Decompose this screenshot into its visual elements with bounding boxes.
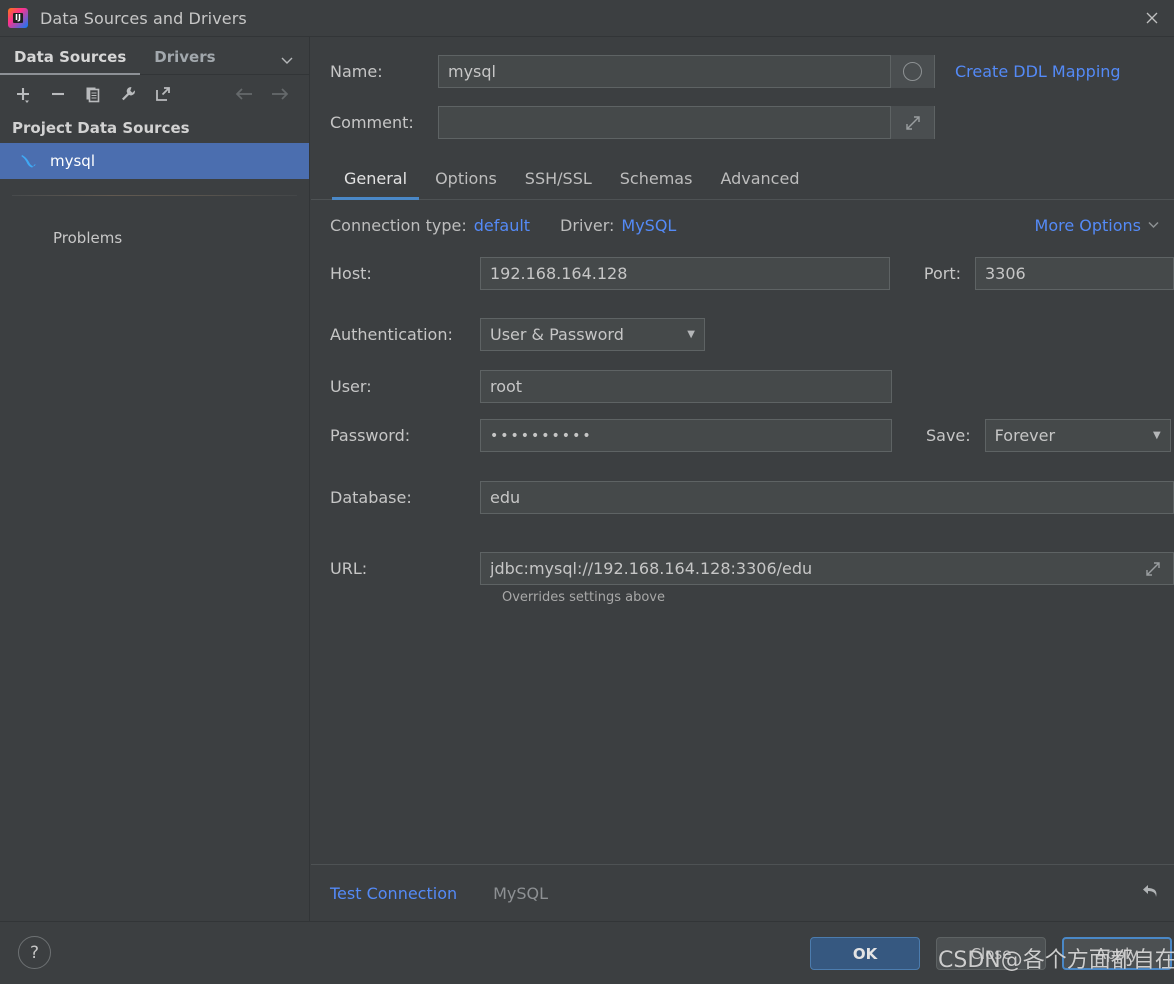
user-input-value: root — [490, 377, 523, 396]
user-row: User: root — [330, 370, 1174, 403]
help-button[interactable]: ? — [18, 936, 51, 969]
host-input-value: 192.168.164.128 — [490, 264, 628, 283]
ok-button[interactable]: OK — [810, 937, 920, 970]
sidebar-item-mysql[interactable]: mysql — [0, 143, 309, 179]
password-row: Password: •••••••••• Save: Forever ▼ — [330, 419, 1174, 452]
host-label: Host: — [330, 264, 372, 283]
dialog-data-sources-and-drivers: Data Sources and Drivers Data Sources Dr… — [0, 0, 1174, 984]
password-input-value: •••••••••• — [490, 427, 593, 444]
create-ddl-mapping-link[interactable]: Create DDL Mapping — [955, 62, 1121, 81]
sidebar-item-problems[interactable]: Problems — [0, 220, 309, 256]
left-panel-toolbar — [0, 75, 309, 113]
window-title: Data Sources and Drivers — [40, 8, 247, 28]
comment-label: Comment: — [330, 113, 414, 132]
external-link-icon[interactable] — [148, 80, 178, 108]
comment-input[interactable] — [438, 106, 935, 139]
tab-options[interactable]: Options — [421, 169, 511, 199]
url-hint: Overrides settings above — [502, 590, 665, 605]
tab-schemas[interactable]: Schemas — [606, 169, 707, 199]
settings-tabs: General Options SSH/SSL Schemas Advanced — [311, 159, 1174, 200]
comment-row: Comment: — [330, 106, 1174, 139]
caret-down-icon: ▼ — [1152, 430, 1161, 441]
apply-button[interactable]: Apply — [1062, 937, 1172, 970]
name-label: Name: — [330, 62, 383, 81]
save-select[interactable]: Forever ▼ — [984, 419, 1171, 452]
database-label: Database: — [330, 488, 412, 507]
password-input[interactable]: •••••••••• — [480, 419, 892, 452]
chevron-down-icon[interactable] — [279, 52, 295, 68]
test-connection-bar: Test Connection MySQL — [311, 864, 1174, 921]
more-options-button[interactable]: More Options — [1035, 216, 1160, 235]
arrow-left-icon[interactable] — [230, 80, 260, 108]
mysql-dolphin-icon — [20, 152, 42, 170]
test-connection-link[interactable]: Test Connection — [330, 884, 457, 903]
tab-advanced[interactable]: Advanced — [706, 169, 813, 199]
password-label: Password: — [330, 426, 411, 445]
authentication-select[interactable]: User & Password ▼ — [480, 318, 705, 351]
url-input-value: jdbc:mysql://192.168.164.128:3306/edu — [490, 559, 813, 578]
database-input[interactable]: edu — [480, 481, 1174, 514]
tab-general[interactable]: General — [330, 169, 421, 200]
copy-icon[interactable] — [78, 80, 108, 108]
tab-ssh-ssl[interactable]: SSH/SSL — [511, 169, 606, 199]
circle-icon[interactable] — [890, 55, 934, 88]
port-label: Port: — [923, 264, 961, 283]
tab-drivers[interactable]: Drivers — [140, 48, 229, 74]
host-port-row: Host: 192.168.164.128 Port: 3306 — [330, 257, 1174, 290]
intellij-idea-logo-icon — [8, 8, 28, 28]
connection-type-value[interactable]: default — [474, 216, 530, 235]
left-panel-tabs: Data Sources Drivers — [0, 37, 309, 75]
url-input[interactable]: jdbc:mysql://192.168.164.128:3306/edu — [480, 552, 1174, 585]
host-input[interactable]: 192.168.164.128 — [480, 257, 890, 290]
user-input[interactable]: root — [480, 370, 892, 403]
chevron-down-icon — [1147, 216, 1160, 235]
arrow-right-icon[interactable] — [265, 80, 295, 108]
tab-data-sources[interactable]: Data Sources — [0, 48, 141, 75]
close-icon[interactable] — [1130, 0, 1174, 36]
driver-label: Driver: — [560, 216, 615, 235]
remove-button[interactable] — [43, 80, 73, 108]
expand-icon[interactable] — [890, 106, 934, 139]
url-row: URL: jdbc:mysql://192.168.164.128:3306/e… — [330, 552, 1174, 585]
caret-down-icon: ▼ — [687, 329, 695, 340]
close-button[interactable]: Close — [936, 937, 1046, 970]
authentication-row: Authentication: User & Password ▼ — [330, 318, 1174, 351]
name-input-value: mysql — [448, 62, 496, 81]
driver-value[interactable]: MySQL — [621, 216, 676, 235]
name-row: Name: mysql Create DDL Mapping — [330, 55, 1174, 88]
wrench-icon[interactable] — [113, 80, 143, 108]
revert-arrow-icon[interactable] — [1138, 879, 1166, 907]
more-options-label: More Options — [1034, 216, 1141, 235]
driver-status-label: MySQL — [493, 883, 549, 903]
general-form: Host: 192.168.164.128 Port: 3306 Authent… — [311, 257, 1174, 605]
dialog-footer: ? OK Close Apply — [0, 921, 1174, 984]
title-bar: Data Sources and Drivers — [0, 0, 1174, 37]
user-label: User: — [330, 377, 372, 396]
authentication-select-value: User & Password — [490, 325, 624, 344]
sidebar-divider — [12, 195, 297, 196]
header-form: Name: mysql Create DDL Mapping Comment: — [311, 37, 1174, 139]
save-select-value: Forever — [994, 426, 1056, 445]
port-input-value: 3306 — [984, 264, 1026, 283]
sidebar-item-label: mysql — [50, 152, 95, 170]
url-label: URL: — [330, 559, 368, 578]
database-row: Database: edu — [330, 481, 1174, 514]
connection-type-label: Connection type: — [330, 216, 467, 235]
right-panel: Name: mysql Create DDL Mapping Comment: — [311, 37, 1174, 921]
problems-label: Problems — [53, 229, 123, 247]
project-data-sources-title: Project Data Sources — [12, 119, 190, 137]
connection-meta-row: Connection type: default Driver: MySQL M… — [311, 200, 1174, 235]
expand-icon[interactable] — [1133, 552, 1173, 585]
database-input-value: edu — [490, 488, 521, 507]
left-panel: Data Sources Drivers Project Data Source… — [0, 37, 310, 921]
name-input[interactable]: mysql — [438, 55, 935, 88]
port-input[interactable]: 3306 — [974, 257, 1174, 290]
save-label: Save: — [926, 426, 971, 445]
authentication-label: Authentication: — [330, 325, 453, 344]
add-button[interactable] — [8, 80, 38, 108]
